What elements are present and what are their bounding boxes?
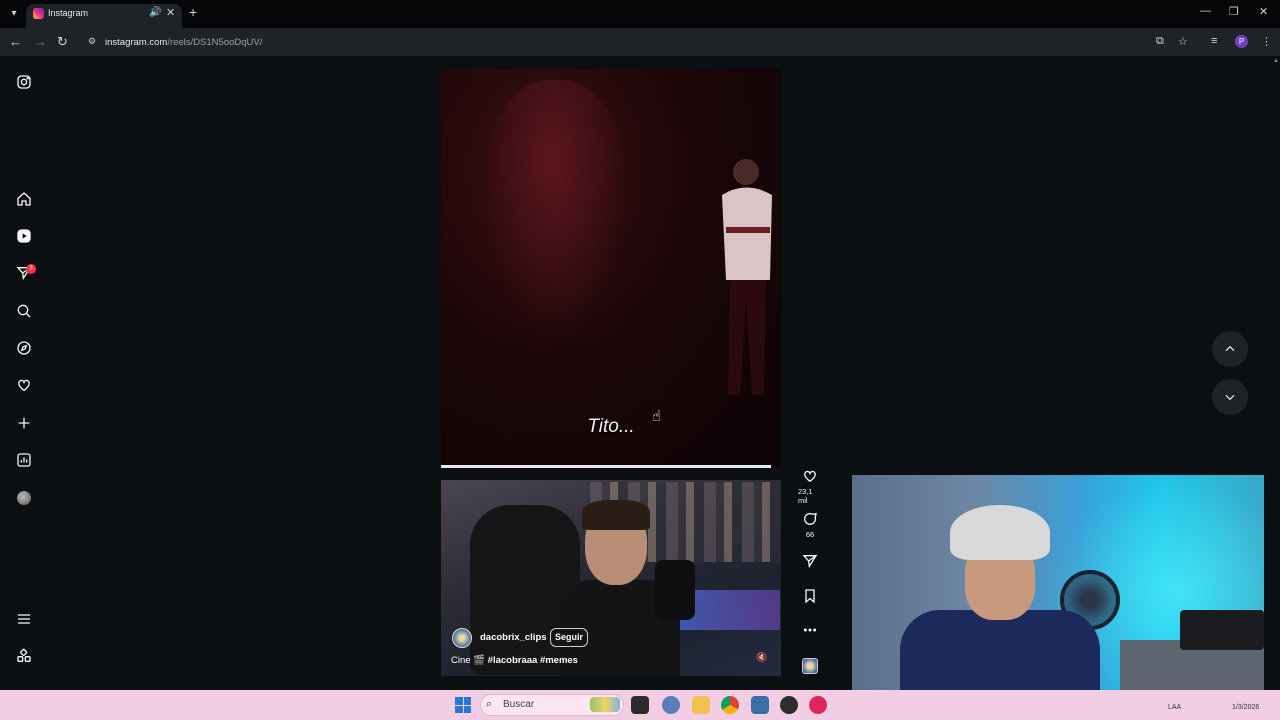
follow-button[interactable]: Seguir bbox=[550, 628, 588, 647]
obs-icon[interactable] bbox=[780, 696, 798, 714]
share-action[interactable] bbox=[798, 553, 822, 569]
chevron-up-icon bbox=[1225, 345, 1235, 352]
restore-icon[interactable]: ❐ bbox=[1229, 5, 1239, 18]
chrome-icon[interactable] bbox=[721, 696, 739, 714]
reel-microphone bbox=[655, 560, 695, 620]
reel-overlay-caption: Tito... bbox=[587, 416, 635, 437]
webcam-person-hair bbox=[950, 505, 1050, 560]
taskbar-search-label: Buscar bbox=[503, 699, 535, 710]
save-action[interactable] bbox=[798, 588, 822, 604]
reel-streamer-hair bbox=[582, 500, 650, 530]
create-icon[interactable] bbox=[14, 413, 34, 433]
dashboard-icon[interactable] bbox=[14, 450, 34, 470]
profile-avatar[interactable] bbox=[17, 491, 31, 505]
home-icon[interactable] bbox=[14, 189, 34, 209]
speaker-icon[interactable]: 🔊 bbox=[149, 7, 161, 18]
browser-profile-avatar[interactable]: P bbox=[1235, 35, 1248, 48]
reel-silhouette bbox=[480, 80, 630, 340]
notification-badge: 3 bbox=[26, 264, 36, 274]
forward-icon[interactable]: → bbox=[34, 34, 47, 49]
comment-icon[interactable] bbox=[802, 511, 818, 527]
task-view-icon[interactable] bbox=[631, 696, 649, 714]
instagram-logo-icon[interactable] bbox=[14, 72, 34, 92]
reels-icon[interactable] bbox=[14, 226, 34, 246]
more-icon[interactable] bbox=[802, 622, 818, 638]
back-icon[interactable]: ← bbox=[9, 34, 22, 49]
url-text[interactable]: instagram.com/reels/DS1N5ooDqUV/ bbox=[105, 37, 262, 48]
mute-toggle-icon[interactable]: 🔇 bbox=[756, 652, 767, 663]
search-icon: ⌕ bbox=[486, 698, 493, 710]
author-avatar[interactable] bbox=[452, 628, 472, 648]
app-window-icon[interactable] bbox=[751, 696, 769, 714]
media-controls-icon[interactable]: ≡ bbox=[1211, 35, 1217, 47]
search-icon[interactable] bbox=[14, 301, 34, 321]
chevron-down-icon bbox=[1225, 394, 1235, 401]
reel-divider bbox=[441, 468, 781, 480]
comment-action[interactable]: 66 bbox=[798, 511, 822, 539]
author-username[interactable]: dacobrix_clips bbox=[480, 632, 547, 643]
url-host: instagram.com bbox=[105, 37, 168, 48]
search-highlight-art bbox=[590, 697, 620, 712]
reload-icon[interactable]: ↻ bbox=[57, 34, 68, 50]
new-tab-icon[interactable]: + bbox=[189, 4, 197, 20]
close-tab-icon[interactable]: ✕ bbox=[166, 6, 175, 19]
scroll-up-arrow-icon[interactable]: ▲ bbox=[1273, 58, 1279, 68]
explore-icon[interactable] bbox=[14, 338, 34, 358]
bookmark-star-icon[interactable]: ☆ bbox=[1178, 35, 1188, 48]
reel-caption: Cine 🎬 #lacobraaa #memes bbox=[451, 655, 578, 666]
install-app-icon[interactable]: ⧉ bbox=[1156, 35, 1164, 48]
also-from-meta-icon[interactable] bbox=[14, 646, 34, 666]
site-info-icon[interactable]: ⚙ bbox=[88, 36, 100, 48]
tray-language[interactable]: LAA bbox=[1168, 704, 1181, 711]
like-count: 23,1 mil bbox=[798, 487, 813, 505]
comment-count: 66 bbox=[805, 530, 815, 539]
url-path: /reels/DS1N5ooDqUV/ bbox=[167, 37, 263, 48]
tab-search-icon[interactable]: ▾ bbox=[6, 6, 22, 22]
page-scrollbar[interactable] bbox=[1270, 56, 1280, 690]
tab-title: Instagram bbox=[48, 8, 89, 18]
save-icon[interactable] bbox=[802, 588, 818, 604]
menu-icon[interactable] bbox=[14, 609, 34, 629]
audio-icon[interactable] bbox=[802, 658, 818, 674]
media-player-icon[interactable] bbox=[809, 696, 827, 714]
caption-hashtags[interactable]: #lacobraaa #memes bbox=[488, 655, 578, 666]
browser-menu-icon[interactable]: ⋮ bbox=[1261, 35, 1272, 48]
previous-reel-button[interactable] bbox=[1212, 331, 1248, 367]
next-reel-button[interactable] bbox=[1212, 379, 1248, 415]
reel-player-figure bbox=[722, 159, 772, 395]
caption-prefix: Cine 🎬 bbox=[451, 655, 488, 666]
webcam-mixer bbox=[1180, 610, 1264, 650]
instagram-favicon-icon bbox=[33, 8, 44, 19]
hand-cursor-icon: ☝ bbox=[652, 408, 662, 425]
like-action[interactable]: 23,1 mil bbox=[798, 468, 822, 505]
tray-date[interactable]: 1/3/2026 bbox=[1232, 704, 1259, 711]
minimize-icon[interactable]: — bbox=[1200, 5, 1211, 17]
heart-icon[interactable] bbox=[14, 375, 34, 395]
reel-led-light bbox=[680, 590, 780, 630]
window-close-icon[interactable]: ✕ bbox=[1259, 5, 1268, 18]
like-icon[interactable] bbox=[802, 468, 818, 484]
share-icon[interactable] bbox=[802, 553, 818, 569]
more-action[interactable] bbox=[798, 622, 822, 638]
windows-start-icon[interactable] bbox=[455, 697, 471, 713]
settings-icon[interactable] bbox=[662, 696, 680, 714]
file-explorer-icon[interactable] bbox=[692, 696, 710, 714]
